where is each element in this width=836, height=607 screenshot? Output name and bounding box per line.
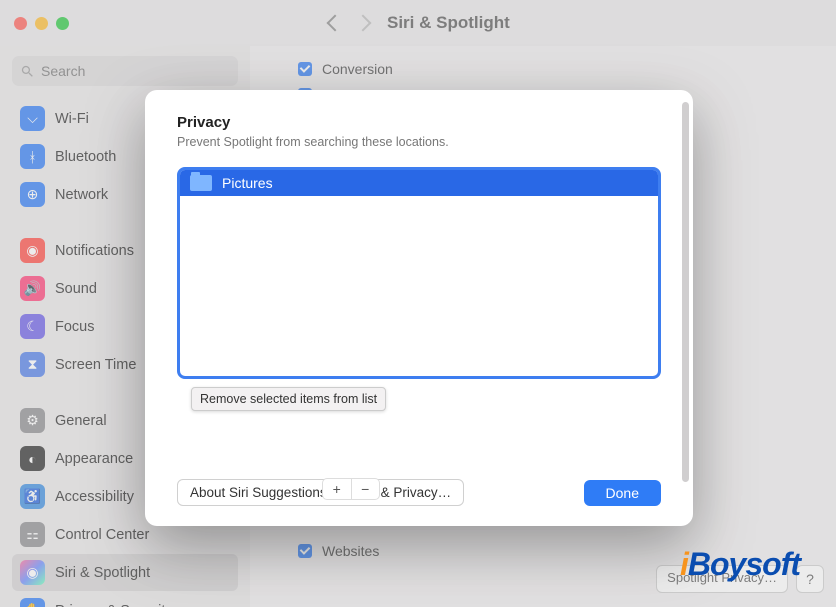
scrollbar[interactable] (682, 102, 689, 482)
zoom-window-button[interactable] (56, 17, 69, 30)
moon-icon: ☾ (20, 314, 45, 339)
sidebar-item-label: Accessibility (55, 489, 134, 505)
bluetooth-icon: ᚼ (20, 144, 45, 169)
appearance-icon: ◐ (20, 446, 45, 471)
privacy-modal: Privacy Prevent Spotlight from searching… (145, 90, 693, 526)
search-box[interactable] (12, 56, 238, 86)
sidebar-item-label: Bluetooth (55, 149, 116, 165)
sidebar-item-label: Network (55, 187, 108, 203)
network-icon: ⊕ (20, 182, 45, 207)
sidebar-item-label: Notifications (55, 243, 134, 259)
sidebar-item-privacy[interactable]: ✋ Privacy & Security (12, 592, 238, 607)
search-icon (20, 64, 35, 79)
accessibility-icon: ♿ (20, 484, 45, 509)
modal-title: Privacy (177, 114, 661, 131)
close-window-button[interactable] (14, 17, 27, 30)
siri-icon: ◉ (20, 560, 45, 585)
hourglass-icon: ⧗ (20, 352, 45, 377)
page-title: Siri & Spotlight (387, 13, 510, 33)
minimize-window-button[interactable] (35, 17, 48, 30)
privacy-item-label: Pictures (222, 175, 273, 191)
privacy-list-item[interactable]: Pictures (180, 170, 658, 196)
privacy-list[interactable]: Pictures (177, 167, 661, 379)
sidebar-item-label: Control Center (55, 527, 149, 543)
add-item-button[interactable]: + (323, 479, 352, 499)
titlebar: Siri & Spotlight (0, 0, 836, 46)
wifi-icon: ⌵ (20, 106, 45, 131)
remove-tooltip: Remove selected items from list (191, 387, 386, 411)
about-button[interactable]: About Siri Suggestions, Search & Privacy… (177, 479, 464, 506)
sidebar-item-label: Focus (55, 319, 95, 335)
sound-icon: 🔊 (20, 276, 45, 301)
gear-icon: ⚙ (20, 408, 45, 433)
add-remove-controls: + − (322, 478, 380, 500)
help-button[interactable]: ? (796, 565, 824, 593)
forward-button[interactable] (355, 15, 372, 32)
sidebar-item-label: Appearance (55, 451, 133, 467)
hand-icon: ✋ (20, 598, 45, 607)
sidebar-item-siri-spotlight[interactable]: ◉ Siri & Spotlight (12, 554, 238, 591)
back-button[interactable] (327, 15, 344, 32)
bell-icon: ◉ (20, 238, 45, 263)
window-controls (14, 17, 69, 30)
search-input[interactable] (41, 63, 230, 79)
done-button[interactable]: Done (584, 480, 661, 506)
check-icon (298, 544, 312, 558)
check-label: Conversion (322, 61, 393, 77)
sidebar-item-label: Siri & Spotlight (55, 565, 150, 581)
folder-icon (190, 175, 212, 191)
sidebar-item-label: General (55, 413, 107, 429)
sidebar-item-label: Privacy & Security (55, 603, 173, 607)
check-icon (298, 62, 312, 76)
remove-item-button[interactable]: − (352, 479, 380, 499)
controls-icon: ⚏ (20, 522, 45, 547)
checkbox-conversion[interactable]: Conversion (274, 56, 812, 82)
sidebar-item-label: Screen Time (55, 357, 136, 373)
check-label: Websites (322, 543, 379, 559)
sidebar-item-label: Sound (55, 281, 97, 297)
sidebar-item-label: Wi-Fi (55, 111, 89, 127)
watermark-logo: iBoysoft (680, 546, 800, 583)
modal-subtitle: Prevent Spotlight from searching these l… (177, 135, 661, 149)
